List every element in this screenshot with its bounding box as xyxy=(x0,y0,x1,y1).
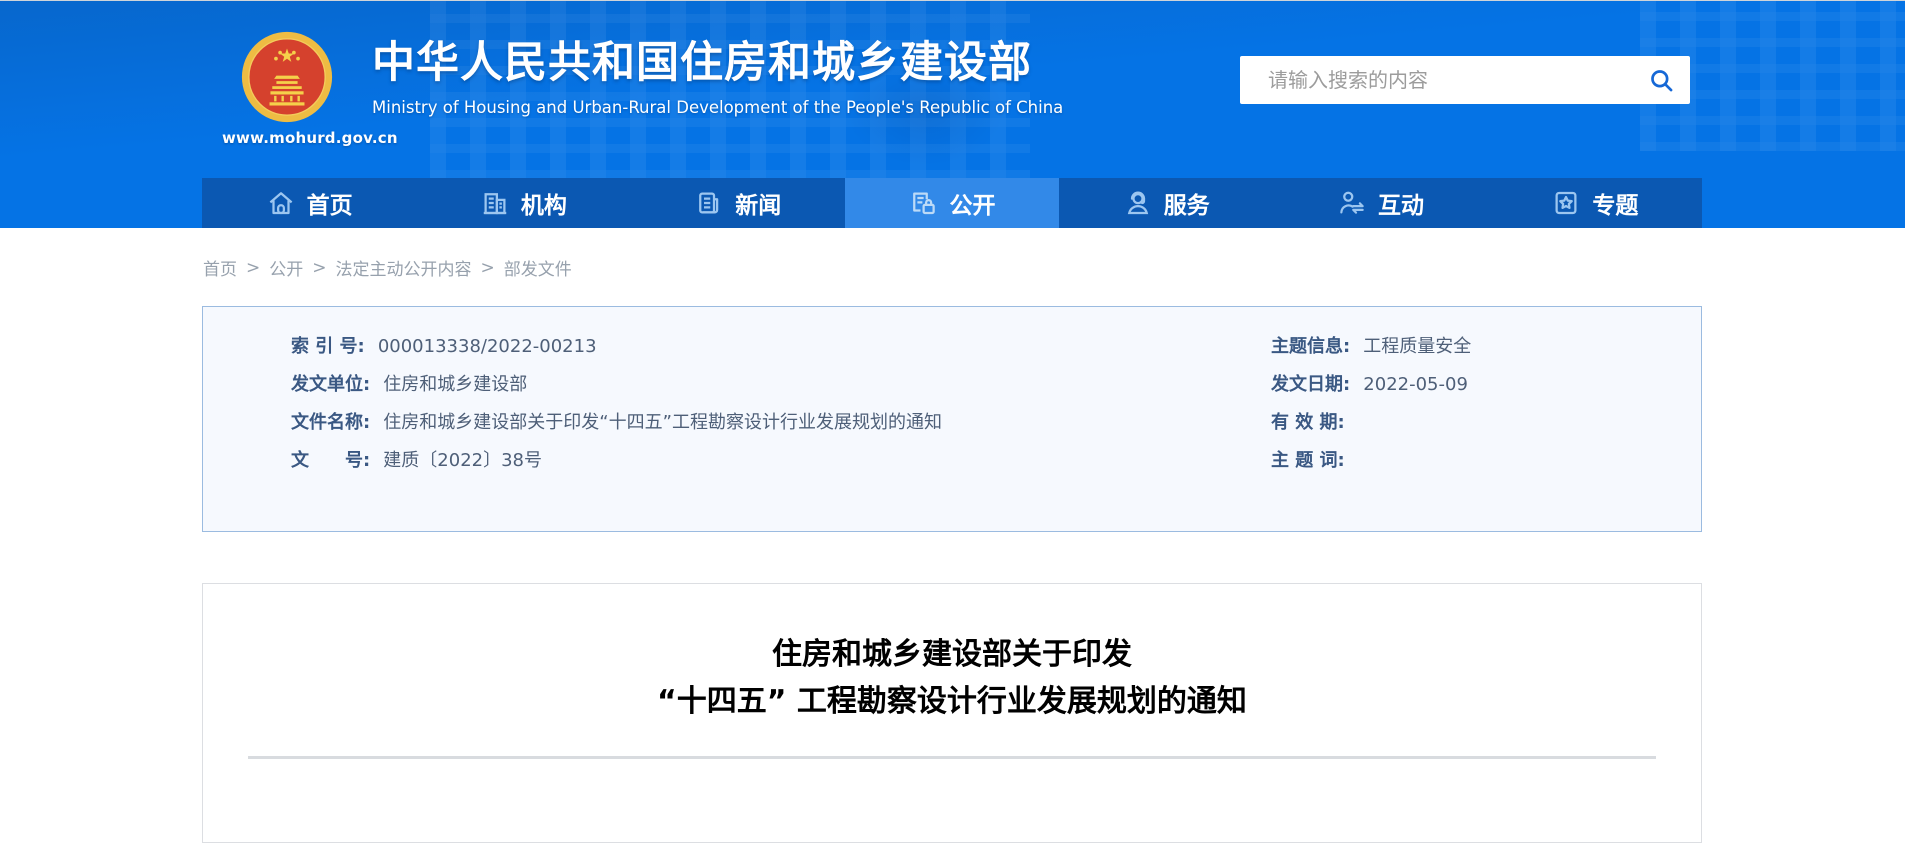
topics-icon xyxy=(1551,188,1581,218)
site-title-block: 中华人民共和国住房和城乡建设部 Ministry of Housing and … xyxy=(372,37,1063,118)
nav-item-label: 新闻 xyxy=(735,186,781,220)
search-icon xyxy=(1648,67,1675,94)
breadcrumb-separator: > xyxy=(312,258,326,278)
meta-row-validity-period: 有 效 期: xyxy=(1271,411,1691,449)
meta-row-keywords: 主 题 词: xyxy=(1271,449,1691,487)
nav-item-label: 专题 xyxy=(1592,186,1638,220)
breadcrumb-item-ministry-documents[interactable]: 部发文件 xyxy=(504,255,572,280)
meta-label: 发文日期: xyxy=(1271,374,1350,395)
meta-label: 主题信息: xyxy=(1271,336,1350,357)
meta-row-index-number: 索 引 号: 000013338/2022-00213 xyxy=(291,335,1191,373)
site-url: www.mohurd.gov.cn xyxy=(222,129,352,147)
meta-label: 文 号: xyxy=(291,450,370,471)
search-button[interactable] xyxy=(1632,56,1690,104)
meta-label: 发文单位: xyxy=(291,374,370,395)
organization-icon xyxy=(480,188,510,218)
meta-row-document-number: 文 号: 建质〔2022〕38号 xyxy=(291,449,1191,487)
site-title-en: Ministry of Housing and Urban-Rural Deve… xyxy=(372,98,1063,118)
nav-item-label: 首页 xyxy=(307,186,353,220)
meta-value: 000013338/2022-00213 xyxy=(378,336,597,357)
site-title-cn: 中华人民共和国住房和城乡建设部 xyxy=(372,37,1063,89)
breadcrumb-item-home[interactable]: 首页 xyxy=(203,255,237,280)
national-emblem-icon xyxy=(241,31,333,123)
service-icon xyxy=(1123,188,1153,218)
meta-row-issue-date: 发文日期: 2022-05-09 xyxy=(1271,373,1691,411)
breadcrumb-separator: > xyxy=(246,258,260,278)
meta-value: 住房和城乡建设部 xyxy=(383,374,527,395)
nav-item-label: 互动 xyxy=(1378,186,1424,220)
nav-item-label: 公开 xyxy=(949,186,995,220)
news-icon xyxy=(694,188,724,218)
article-panel: 住房和城乡建设部关于印发 “十四五” 工程勘察设计行业发展规划的通知 xyxy=(202,583,1702,843)
meta-value: 2022-05-09 xyxy=(1363,374,1468,395)
meta-row-document-title: 文件名称: 住房和城乡建设部关于印发“十四五”工程勘察设计行业发展规划的通知 xyxy=(291,411,1191,449)
article-title-line2: “十四五” 工程勘察设计行业发展规划的通知 xyxy=(203,678,1701,725)
meta-value: 工程质量安全 xyxy=(1363,336,1471,357)
nav-item-label: 机构 xyxy=(521,186,567,220)
search-box xyxy=(1240,56,1690,104)
disclosure-icon xyxy=(908,188,938,218)
meta-label: 文件名称: xyxy=(291,412,370,433)
nav-item-service[interactable]: 服务 xyxy=(1059,178,1273,228)
meta-column-right: 主题信息: 工程质量安全 发文日期: 2022-05-09 有 效 期: 主 题… xyxy=(1271,335,1691,487)
meta-column-left: 索 引 号: 000013338/2022-00213 发文单位: 住房和城乡建… xyxy=(291,335,1191,487)
article-title-line1: 住房和城乡建设部关于印发 xyxy=(203,631,1701,678)
main-nav: 首页 机构 新闻 xyxy=(202,178,1702,228)
site-logo[interactable]: www.mohurd.gov.cn xyxy=(222,31,352,147)
search-input[interactable] xyxy=(1240,56,1632,104)
nav-item-label: 服务 xyxy=(1164,186,1210,220)
breadcrumb-item-disclosure[interactable]: 公开 xyxy=(269,255,303,280)
nav-item-organization[interactable]: 机构 xyxy=(416,178,630,228)
meta-label: 有 效 期: xyxy=(1271,412,1345,433)
nav-item-topics[interactable]: 专题 xyxy=(1488,178,1702,228)
title-divider xyxy=(248,756,1656,759)
article-title: 住房和城乡建设部关于印发 “十四五” 工程勘察设计行业发展规划的通知 xyxy=(203,631,1701,725)
meta-value: 建质〔2022〕38号 xyxy=(383,450,542,471)
meta-value: 住房和城乡建设部关于印发“十四五”工程勘察设计行业发展规划的通知 xyxy=(383,412,942,433)
breadcrumb: 首页 > 公开 > 法定主动公开内容 > 部发文件 xyxy=(203,255,572,280)
breadcrumb-separator: > xyxy=(481,258,495,278)
nav-item-disclosure[interactable]: 公开 xyxy=(845,178,1059,228)
document-meta-panel: 索 引 号: 000013338/2022-00213 发文单位: 住房和城乡建… xyxy=(202,306,1702,532)
meta-label: 索 引 号: xyxy=(291,336,365,357)
home-icon xyxy=(266,188,296,218)
nav-item-news[interactable]: 新闻 xyxy=(631,178,845,228)
meta-row-subject-info: 主题信息: 工程质量安全 xyxy=(1271,335,1691,373)
nav-item-interaction[interactable]: 互动 xyxy=(1273,178,1487,228)
interaction-icon xyxy=(1337,188,1367,218)
breadcrumb-item-statutory-disclosure[interactable]: 法定主动公开内容 xyxy=(336,255,472,280)
meta-label: 主 题 词: xyxy=(1271,450,1345,471)
nav-item-home[interactable]: 首页 xyxy=(202,178,416,228)
meta-row-issuing-unit: 发文单位: 住房和城乡建设部 xyxy=(291,373,1191,411)
